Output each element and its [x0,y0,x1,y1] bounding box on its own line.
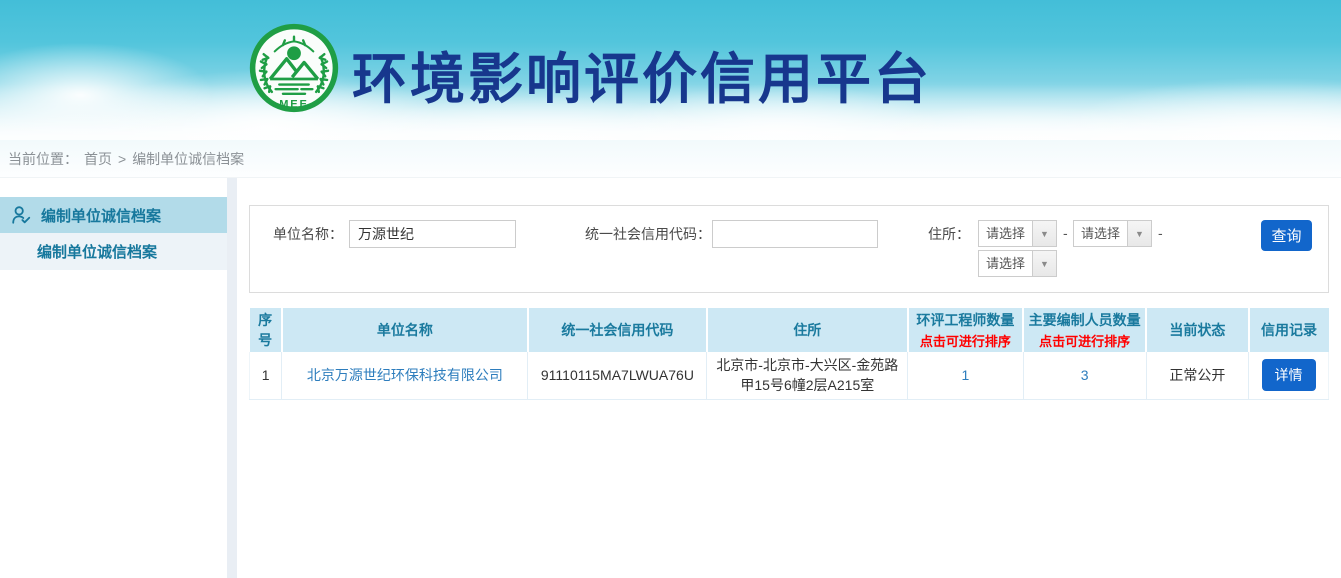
address-city-select[interactable]: 请选择 ▼ [1073,220,1152,247]
row-address: 北京市-北京市-大兴区-金苑路甲15号6幢2层A215室 [707,352,908,399]
address-province-select[interactable]: 请选择 ▼ [978,220,1057,247]
address-label: 住所： [928,220,970,248]
row-status: 正常公开 [1146,352,1249,399]
header-index: 序号 [250,308,282,352]
sort-hint[interactable]: 点击可进行排序 [911,331,1020,350]
chevron-down-icon[interactable]: ▼ [1032,251,1056,276]
dash-separator: - [1158,220,1163,247]
header-staff-count-sort[interactable]: 主要编制人员数量 点击可进行排序 [1023,308,1146,352]
sidebar-item-label: 编制单位诚信档案 [41,205,161,226]
credit-code-input[interactable] [712,220,878,248]
table-row: 1 北京万源世纪环保科技有限公司 91110115MA7LWUA76U 北京市-… [250,352,1329,399]
header-address: 住所 [707,308,908,352]
company-name-input[interactable] [349,220,516,248]
select-value: 请选择 [1074,221,1127,246]
mee-logo-icon: MEE [248,22,340,114]
breadcrumb-home-link[interactable]: 首页 [84,149,112,169]
logo-mee-text: MEE [279,99,308,111]
results-table: 序号 单位名称 统一社会信用代码 住所 环评工程师数量 点击可进行排序 主要编制… [249,308,1329,400]
address-district-select[interactable]: 请选择 ▼ [978,250,1057,277]
row-index: 1 [250,352,282,399]
dash-separator: - [1063,220,1068,247]
sidebar: 编制单位诚信档案 编制单位诚信档案 [0,178,227,578]
sidebar-item-credit-archive[interactable]: 编制单位诚信档案 [0,197,227,233]
person-check-icon [10,204,32,226]
select-value: 请选择 [979,221,1032,246]
search-panel: 单位名称： 统一社会信用代码： 住所： 请选择 ▼ - 请选择 ▼ - 请选择 … [249,205,1329,293]
header-credit-code: 统一社会信用代码 [528,308,707,352]
engineer-count-link[interactable]: 1 [961,367,969,383]
company-name-label: 单位名称： [273,220,343,248]
select-value: 请选择 [979,251,1032,276]
header-company-name: 单位名称 [282,308,528,352]
chevron-down-icon[interactable]: ▼ [1127,221,1151,246]
header-staff-count-label: 主要编制人员数量 [1029,312,1141,328]
sort-hint[interactable]: 点击可进行排序 [1026,331,1143,350]
header-current-status: 当前状态 [1146,308,1249,352]
breadcrumb-current: 编制单位诚信档案 [132,149,244,169]
company-name-link[interactable]: 北京万源世纪环保科技有限公司 [307,367,503,383]
staff-count-link[interactable]: 3 [1081,367,1089,383]
header-engineer-count-label: 环评工程师数量 [916,312,1014,328]
credit-code-label: 统一社会信用代码： [565,220,711,248]
breadcrumb-prefix: 当前位置： [8,149,78,169]
main-content: 单位名称： 统一社会信用代码： 住所： 请选择 ▼ - 请选择 ▼ - 请选择 … [237,178,1341,578]
query-button[interactable]: 查询 [1261,220,1312,251]
chevron-down-icon[interactable]: ▼ [1032,221,1056,246]
breadcrumb-separator: > [118,151,126,167]
sidebar-subitem-label: 编制单位诚信档案 [37,241,157,262]
page-body: 编制单位诚信档案 编制单位诚信档案 单位名称： 统一社会信用代码： 住所： 请选… [0,178,1341,578]
table-header-row: 序号 单位名称 统一社会信用代码 住所 环评工程师数量 点击可进行排序 主要编制… [250,308,1329,352]
sidebar-divider [227,178,237,578]
header-engineer-count-sort[interactable]: 环评工程师数量 点击可进行排序 [908,308,1023,352]
page-title: 环境影响评价信用平台 [352,34,932,114]
detail-button[interactable]: 详情 [1262,359,1316,391]
header-credit-record: 信用记录 [1249,308,1329,352]
breadcrumb: 当前位置： 首页 > 编制单位诚信档案 [0,140,1341,178]
row-credit-code: 91110115MA7LWUA76U [528,352,707,399]
site-header: MEE 环境影响评价信用平台 [0,0,1341,140]
sidebar-subitem-credit-archive[interactable]: 编制单位诚信档案 [0,233,227,270]
